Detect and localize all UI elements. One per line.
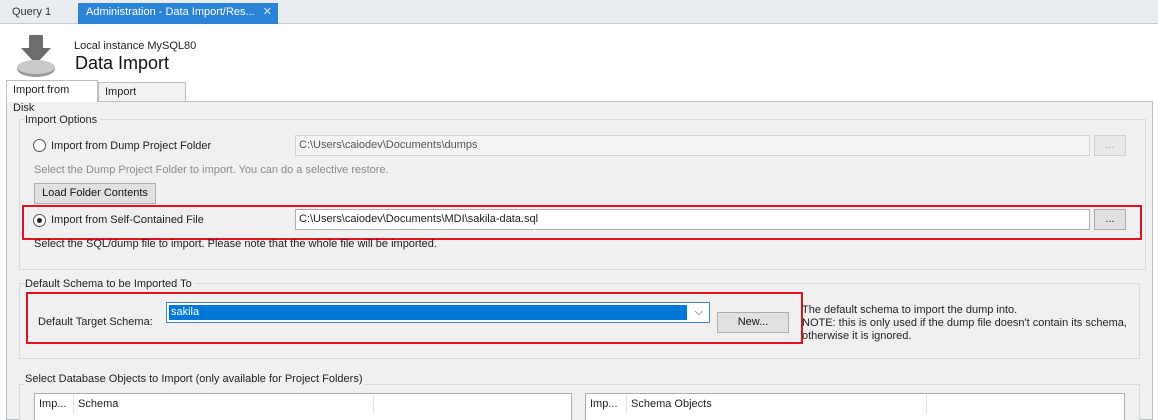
schema-note-line-1: The default schema to import the dump in… xyxy=(802,304,1018,316)
self-contained-browse-button[interactable]: ... xyxy=(1094,209,1126,230)
data-import-icon xyxy=(17,35,55,77)
import-from-disk-panel: Import Options Import from Dump Project … xyxy=(6,101,1153,420)
page-title: Data Import xyxy=(75,53,170,73)
dump-folder-hint: Select the Dump Project Folder to import… xyxy=(34,164,389,176)
tab-data-import[interactable]: Administration - Data Import/Res... ✕ xyxy=(78,3,278,24)
dump-folder-path-field[interactable]: C:\Users\caiodev\Documents\dumps xyxy=(295,135,1090,156)
self-contained-path-field[interactable]: C:\Users\caiodev\Documents\MDI\sakila-da… xyxy=(295,209,1090,230)
load-folder-contents-button[interactable]: Load Folder Contents xyxy=(34,183,156,204)
import-options-label: Import Options xyxy=(25,114,100,126)
self-contained-radio-label: Import from Self-Contained File xyxy=(51,214,204,226)
dump-folder-radio-label: Import from Dump Project Folder xyxy=(51,140,212,152)
tab-import-from-disk[interactable]: Import from Disk xyxy=(6,80,98,114)
self-contained-radio[interactable] xyxy=(33,214,46,227)
new-schema-button[interactable]: New... xyxy=(717,312,789,333)
tab-import-progress[interactable]: Import Progress xyxy=(98,82,186,116)
self-contained-hint: Select the SQL/dump file to import. Plea… xyxy=(34,238,437,250)
dump-folder-browse-button[interactable]: ... xyxy=(1094,135,1126,156)
target-schema-label: Default Target Schema: xyxy=(38,316,153,328)
target-schema-combo[interactable]: sakila ⌵ xyxy=(166,302,710,323)
tab-data-import-label: Administration - Data Import/Res... xyxy=(86,6,255,18)
target-schema-selected: sakila xyxy=(169,305,687,320)
database-objects-label: Select Database Objects to Import (only … xyxy=(25,373,365,385)
schema-objects-list[interactable]: Imp... Schema Objects xyxy=(585,393,1125,420)
chevron-down-icon[interactable]: ⌵ xyxy=(695,306,703,319)
schema-objects-import-column[interactable]: Imp... xyxy=(586,394,627,414)
schema-note-line-2: NOTE: this is only used if the dump file… xyxy=(802,317,1127,329)
default-schema-label: Default Schema to be Imported To xyxy=(25,278,194,290)
schema-list[interactable]: Imp... Schema xyxy=(34,393,572,420)
close-icon[interactable]: ✕ xyxy=(263,3,272,22)
schema-note-line-3: otherwise it is ignored. xyxy=(802,330,912,342)
connection-name: Local instance MySQL80 xyxy=(74,40,197,52)
schema-note: The default schema to import the dump in… xyxy=(802,304,1127,343)
schema-objects-name-column[interactable]: Schema Objects xyxy=(627,394,927,414)
tab-query-1[interactable]: Query 1 xyxy=(4,3,70,24)
document-tab-strip: Query 1 Administration - Data Import/Res… xyxy=(0,0,1158,24)
schema-list-schema-column[interactable]: Schema xyxy=(74,394,374,414)
dump-folder-radio[interactable] xyxy=(33,139,46,152)
schema-list-import-column[interactable]: Imp... xyxy=(35,394,74,414)
